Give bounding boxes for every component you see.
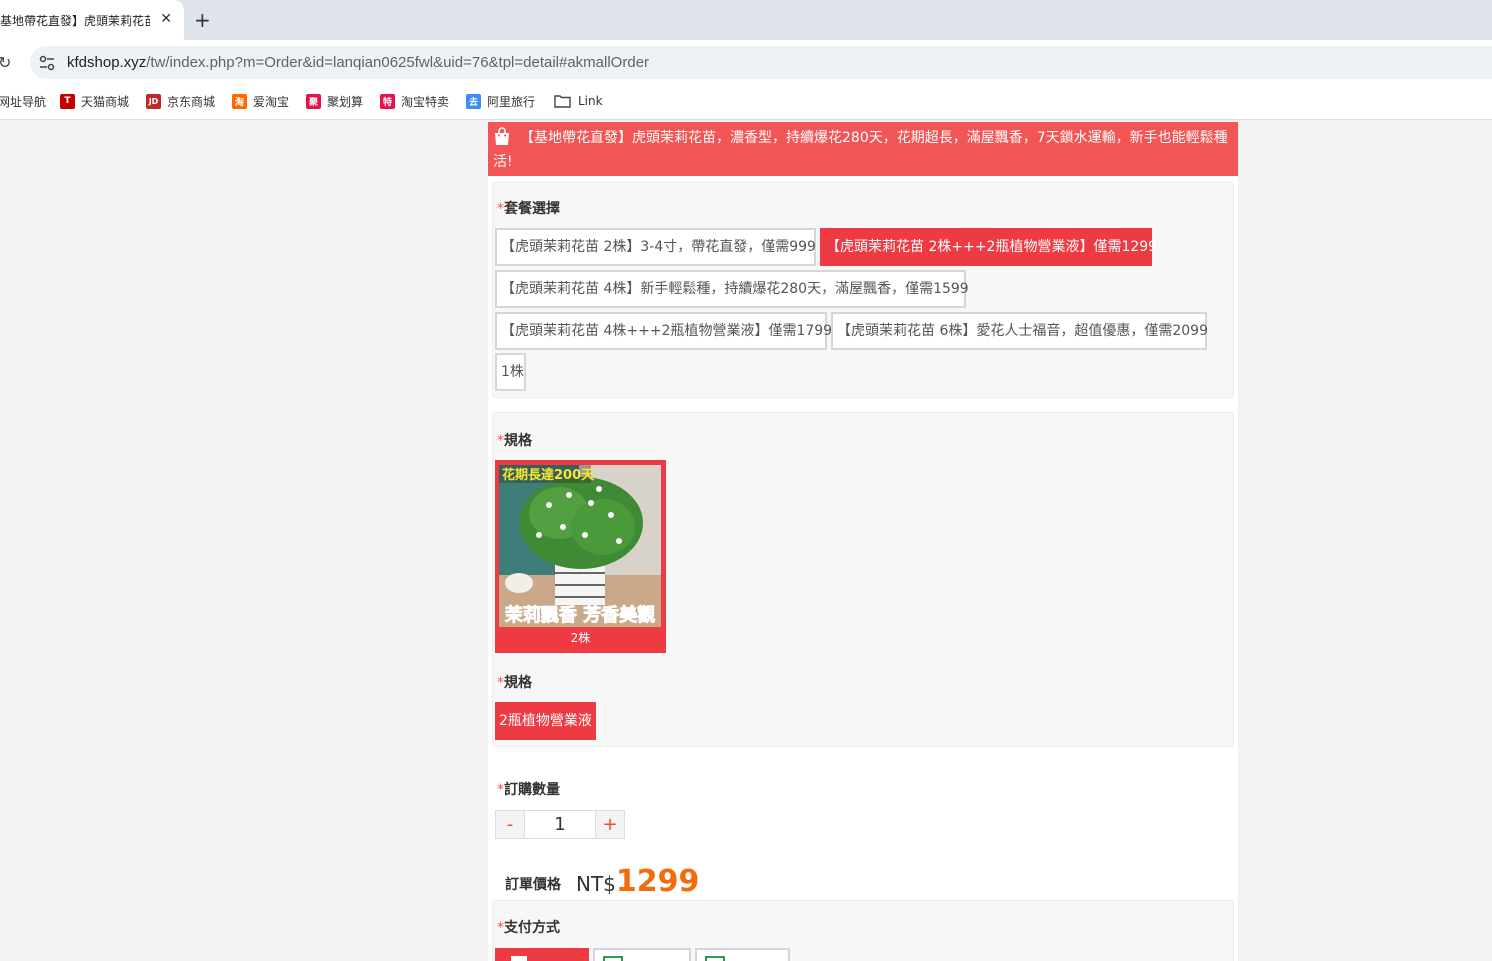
spec-label-1: *規格: [497, 433, 532, 449]
bookmark-aitaobao[interactable]: 淘 爱淘宝: [232, 92, 289, 110]
folder-icon: [554, 95, 571, 108]
url-text[interactable]: kfdshop.xyz/tw/index.php?m=Order&id=lanq…: [67, 54, 649, 71]
image-bottom-text: 茉莉飄香 芳香美觀: [505, 604, 655, 626]
spec-option-nutrient[interactable]: 2瓶植物營業液: [495, 702, 596, 740]
bookmarks-bar: [0, 83, 1492, 120]
site-info-icon[interactable]: [38, 54, 56, 72]
payment-icon: [705, 956, 725, 961]
bookmark-tmall[interactable]: T 天猫商城: [60, 92, 129, 110]
price-currency: NT$: [576, 872, 616, 896]
quantity-minus-button[interactable]: -: [495, 810, 525, 839]
aitaobao-icon: 淘: [232, 93, 247, 109]
bookmark-label: 网址导航: [0, 94, 47, 109]
package-option-4[interactable]: 【虎頭茉莉花苗 4株+++2瓶植物營業液】僅需1799: [495, 312, 832, 350]
price-amount: 1299: [615, 864, 700, 899]
tab-close-icon[interactable]: ✕: [160, 11, 172, 27]
product-title-banner: 【基地帶花直發】虎頭茉莉花苗，濃香型，持續爆花280天，花期超長，滿屋飄香，7天…: [488, 122, 1238, 176]
tab-title: 基地帶花直發】虎頭茉莉花苗: [0, 13, 150, 28]
shopping-bag-icon: [495, 127, 509, 145]
tab-strip: [0, 0, 1492, 40]
bookmark-ali-travel[interactable]: 去 阿里旅行: [466, 92, 535, 110]
bookmark-juhuasuan[interactable]: 聚 聚划算: [306, 92, 363, 110]
order-price-label: 訂單價格: [505, 877, 561, 893]
tmall-icon: T: [60, 93, 75, 109]
quantity-label: *訂購數量: [497, 782, 560, 798]
quantity-input[interactable]: 1: [524, 810, 596, 839]
payment-option-2[interactable]: [593, 948, 691, 961]
spec-label-2: *規格: [497, 675, 532, 691]
quantity-plus-button[interactable]: +: [595, 810, 625, 839]
juhuasuan-icon: 聚: [306, 93, 321, 109]
spec-option-caption: 2株: [570, 631, 591, 645]
package-option-3[interactable]: 【虎頭茉莉花苗 4株】新手輕鬆種，持續爆花280天，滿屋飄香，僅需1599: [495, 270, 969, 308]
jasmine-plant-image: 花期長達200天 茉莉飄香 芳香美觀: [499, 465, 661, 627]
package-option-5[interactable]: 【虎頭茉莉花苗 6株】愛花人士福音，超值優惠，僅需2099: [831, 312, 1208, 350]
package-option-1[interactable]: 【虎頭茉莉花苗 2株】3-4寸，帶花直發，僅需999: [495, 228, 816, 266]
new-tab-button[interactable]: +: [194, 8, 211, 32]
bookmark-label: 阿里旅行: [487, 94, 536, 109]
payment-option-1[interactable]: [495, 948, 589, 961]
order-price: NT$1299: [576, 864, 699, 899]
bookmark-taobao-sale[interactable]: 特 淘宝特卖: [380, 92, 449, 110]
active-tab[interactable]: 基地帶花直發】虎頭茉莉花苗 ✕: [0, 0, 184, 40]
bookmark-label: 聚划算: [327, 94, 364, 109]
image-top-text: 花期長達200天: [502, 467, 595, 483]
bookmark-label: Link: [578, 94, 603, 108]
package-option-2[interactable]: 【虎頭茉莉花苗 2株+++2瓶植物營業液】僅需1299: [820, 228, 1157, 266]
ali-travel-icon: 去: [466, 93, 481, 109]
payment-label: *支付方式: [497, 920, 560, 936]
bookmark-label: 京东商城: [167, 94, 216, 109]
payment-icon: [603, 956, 623, 961]
reload-icon[interactable]: ↻: [0, 53, 11, 72]
url-host: kfdshop.xyz: [67, 54, 147, 71]
bookmark-label: 天猫商城: [81, 94, 130, 109]
package-option-6[interactable]: 1株: [495, 353, 526, 391]
banner-text: 【基地帶花直發】虎頭茉莉花苗，濃香型，持續爆花280天，花期超長，滿屋飄香，7天…: [493, 130, 1228, 170]
package-label: *套餐選擇: [497, 201, 560, 217]
bookmark-jd[interactable]: JD 京东商城: [146, 92, 215, 110]
url-path: /tw/index.php?m=Order&id=lanqian0625fwl&…: [146, 54, 650, 71]
jd-icon: JD: [146, 93, 161, 109]
bookmark-label: 爱淘宝: [253, 94, 290, 109]
payment-icon: [511, 956, 527, 961]
bookmark-link-folder[interactable]: Link: [554, 92, 603, 110]
bookmark-label: 淘宝特卖: [401, 94, 450, 109]
taobao-sale-icon: 特: [380, 93, 395, 109]
bookmark-wangzhi[interactable]: 网址导航: [0, 92, 46, 110]
payment-option-3[interactable]: [695, 948, 790, 961]
